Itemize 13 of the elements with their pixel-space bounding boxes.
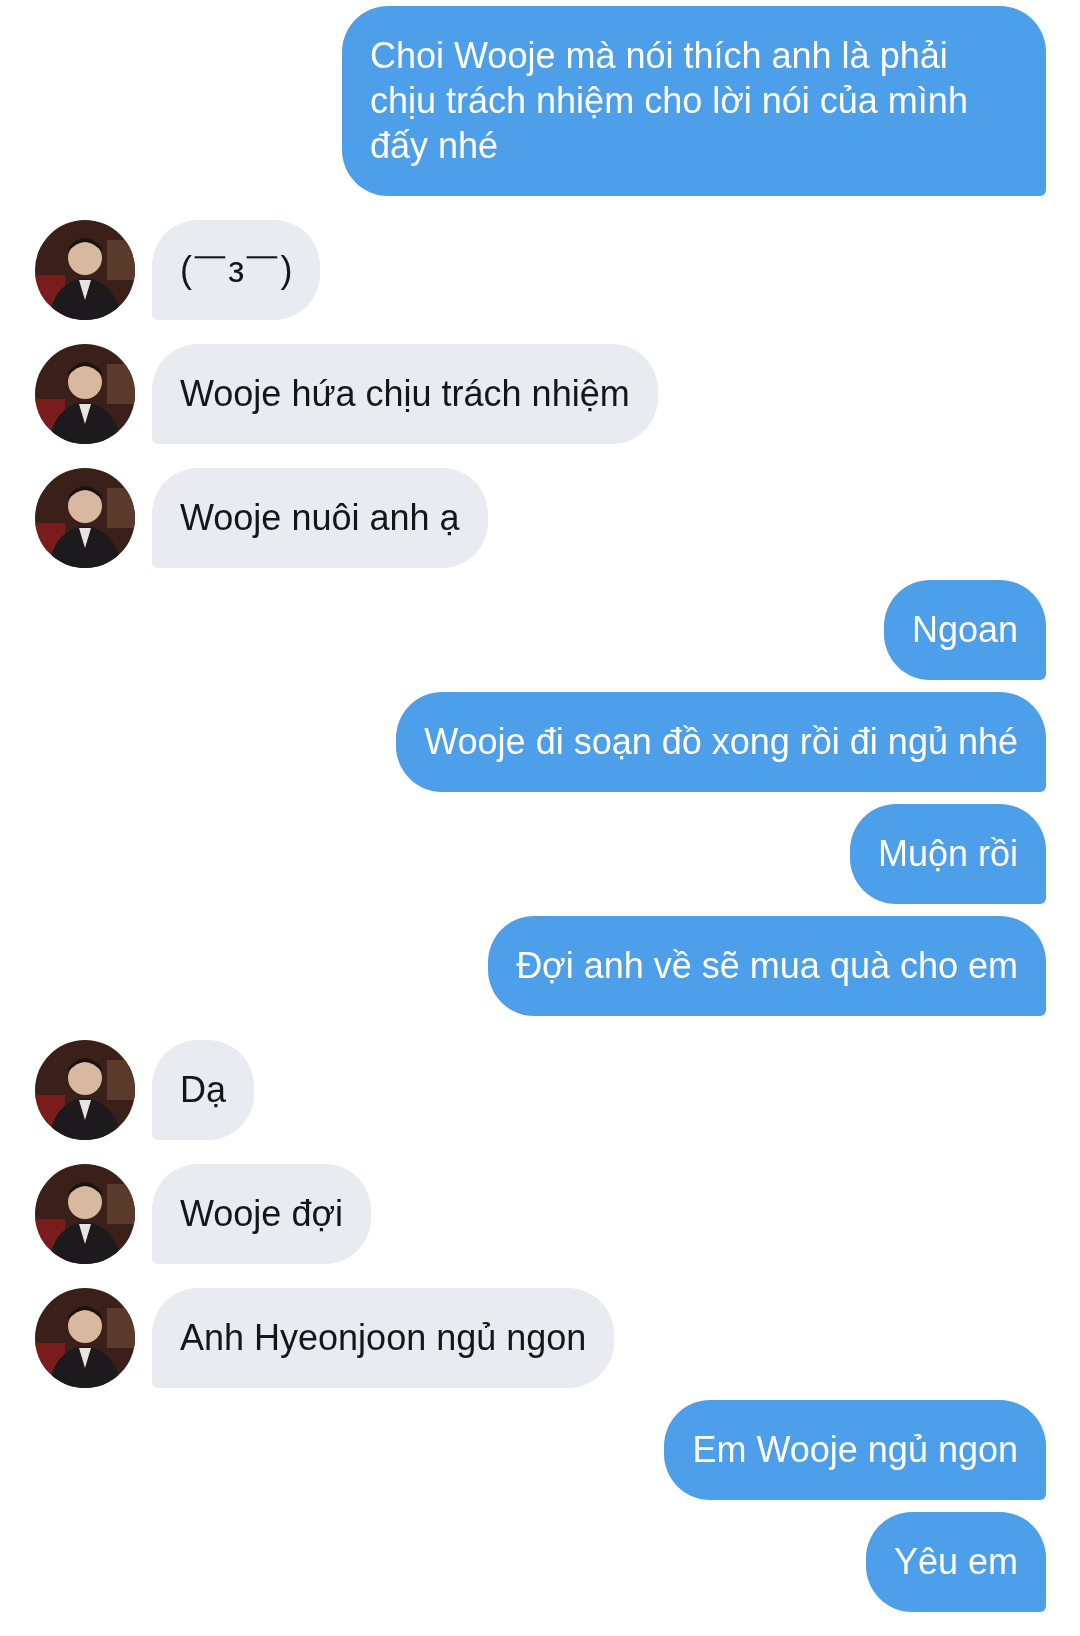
sent-message: Muộn rồi — [849, 804, 1046, 904]
sent-message: Ngoan — [883, 580, 1046, 680]
sent-message: Em Wooje ngủ ngon — [664, 1400, 1046, 1500]
received-message: Wooje đợi — [152, 1164, 372, 1264]
received-message: Wooje nuôi anh ạ — [152, 468, 488, 568]
received-message: Anh Hyeonjoon ngủ ngon — [152, 1288, 615, 1388]
sent-message: Yêu em — [865, 1512, 1046, 1612]
sent-message: Wooje đi soạn đồ xong rồi đi ngủ nhé — [396, 692, 1046, 792]
sent-message: Đợi anh về sẽ mua quà cho em — [488, 916, 1046, 1016]
sent-message: Choi Wooje mà nói thích anh là phải chịu trách nhiệm cho lời nói của mình đấy nhé — [342, 6, 1046, 196]
received-message: (￣з￣) — [152, 220, 321, 320]
received-message: Wooje hứa chịu trách nhiệm — [152, 344, 658, 444]
received-message: Dạ — [152, 1040, 255, 1140]
